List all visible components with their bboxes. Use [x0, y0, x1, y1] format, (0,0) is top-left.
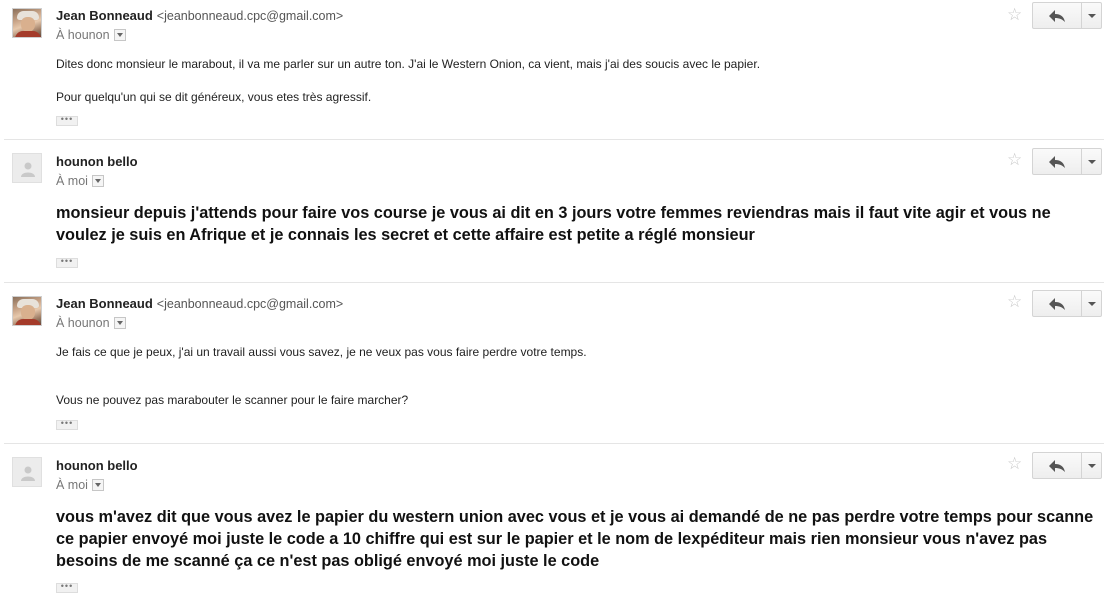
sender-avatar[interactable] — [12, 8, 42, 38]
reply-button[interactable] — [1033, 149, 1082, 174]
message-paragraph: Je fais ce que je peux, j'ai un travail … — [56, 345, 587, 359]
sender-name[interactable]: hounon bello — [56, 458, 138, 473]
message-separator — [4, 443, 1104, 444]
ellipsis-icon: ••• — [60, 256, 74, 266]
recipient-line[interactable]: À moi — [56, 174, 104, 188]
details-dropdown-icon[interactable] — [91, 174, 104, 187]
ellipsis-icon: ••• — [60, 581, 74, 591]
star-icon[interactable]: ☆ — [1007, 6, 1022, 24]
message-body: vous m'avez dit que vous avez le papier … — [56, 508, 1094, 570]
recipient-label: À moi — [56, 174, 88, 188]
star-icon[interactable]: ☆ — [1007, 151, 1022, 169]
message-paragraph: Pour quelqu'un qui se dit généreux, vous… — [56, 90, 372, 104]
reply-button[interactable] — [1033, 453, 1082, 478]
reply-button-group — [1032, 2, 1102, 29]
sender-name[interactable]: Jean Bonneaud — [56, 8, 153, 23]
sender-avatar[interactable] — [12, 457, 42, 487]
reply-icon — [1049, 298, 1065, 310]
sender-email: <jeanbonneaud.cpc@gmail.com> — [156, 9, 344, 23]
details-dropdown-icon[interactable] — [113, 316, 126, 329]
reply-button-group — [1032, 148, 1102, 175]
reply-button[interactable] — [1033, 291, 1082, 316]
recipient-label: À hounon — [56, 316, 110, 330]
sender-name[interactable]: hounon bello — [56, 154, 138, 169]
reply-icon — [1049, 10, 1065, 22]
recipient-line[interactable]: À hounon — [56, 28, 126, 42]
recipient-line[interactable]: À hounon — [56, 316, 126, 330]
recipient-label: À hounon — [56, 28, 110, 42]
reply-icon — [1049, 156, 1065, 168]
recipient-line[interactable]: À moi — [56, 478, 104, 492]
details-dropdown-icon[interactable] — [113, 28, 126, 41]
message-separator — [4, 139, 1104, 140]
default-user-icon — [21, 162, 35, 177]
reply-button[interactable] — [1033, 3, 1082, 28]
sender-name[interactable]: Jean Bonneaud — [56, 296, 153, 311]
show-trimmed-content-button[interactable]: ••• — [56, 418, 78, 430]
sender[interactable]: Jean Bonneaud <jeanbonneaud.cpc@gmail.com… — [56, 296, 343, 311]
sender-avatar[interactable] — [12, 153, 42, 183]
more-options-button[interactable] — [1082, 453, 1102, 478]
sender-avatar[interactable] — [12, 296, 42, 326]
star-icon[interactable]: ☆ — [1007, 293, 1022, 311]
star-icon[interactable]: ☆ — [1007, 455, 1022, 473]
show-trimmed-content-button[interactable]: ••• — [56, 114, 78, 126]
reply-button-group — [1032, 290, 1102, 317]
more-options-button[interactable] — [1082, 149, 1102, 174]
show-trimmed-content-button[interactable]: ••• — [56, 581, 78, 593]
recipient-label: À moi — [56, 478, 88, 492]
reply-button-group — [1032, 452, 1102, 479]
ellipsis-icon: ••• — [60, 418, 74, 428]
sender[interactable]: Jean Bonneaud <jeanbonneaud.cpc@gmail.com… — [56, 8, 343, 23]
sender[interactable]: hounon bello — [56, 458, 138, 473]
reply-icon — [1049, 460, 1065, 472]
sender-email: <jeanbonneaud.cpc@gmail.com> — [156, 297, 344, 311]
message-paragraph: Vous ne pouvez pas marabouter le scanner… — [56, 393, 409, 407]
show-trimmed-content-button[interactable]: ••• — [56, 256, 78, 268]
more-options-button[interactable] — [1082, 291, 1102, 316]
message-body: monsieur depuis j'attends pour faire vos… — [56, 204, 1051, 244]
message-paragraph: Dites donc monsieur le marabout, il va m… — [56, 57, 761, 71]
sender[interactable]: hounon bello — [56, 154, 138, 169]
ellipsis-icon: ••• — [60, 114, 74, 124]
details-dropdown-icon[interactable] — [91, 478, 104, 491]
more-options-button[interactable] — [1082, 3, 1102, 28]
message-separator — [4, 282, 1104, 283]
default-user-icon — [21, 466, 35, 481]
